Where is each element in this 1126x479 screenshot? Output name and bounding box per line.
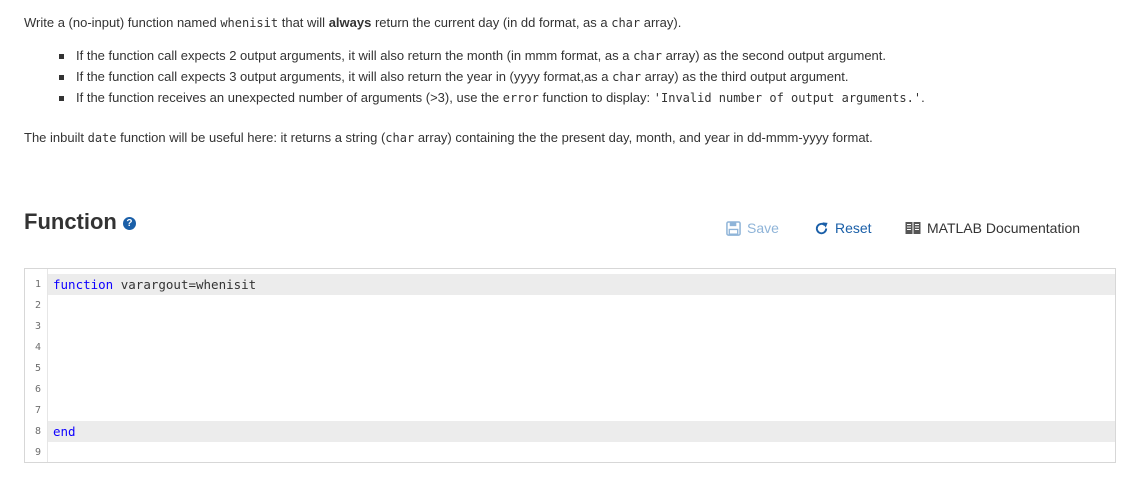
list-item: If the function call expects 2 output ar… — [59, 48, 925, 69]
inline-code: date — [87, 131, 117, 145]
bullet-text: function to display: — [538, 90, 654, 105]
hint-text: The inbuilt — [24, 130, 88, 145]
intro-text: Write a (no-input) function named — [24, 15, 221, 30]
bullet-text: If the function call expects 3 output ar… — [76, 69, 613, 84]
line-number: 7 — [34, 405, 41, 416]
code-line[interactable]: 9 — [25, 442, 1115, 463]
bullet-text: If the function receives an unexpected n… — [76, 90, 503, 105]
function-name-code: whenisit — [220, 16, 279, 30]
line-number: 8 — [34, 426, 41, 437]
line-number: 6 — [34, 384, 41, 395]
intro-text: array). — [640, 15, 682, 30]
inline-code: 'Invalid number of output arguments.' — [653, 91, 922, 105]
line-number: 2 — [34, 300, 41, 311]
bullet-text: If the function call expects 2 output ar… — [76, 48, 634, 63]
refresh-icon — [815, 221, 828, 234]
keyword: end — [53, 424, 76, 439]
intro-text: return the current day (in dd format, as… — [371, 15, 612, 30]
char-code: char — [611, 16, 641, 30]
bullet-text: . — [921, 90, 925, 105]
line-number: 4 — [34, 342, 41, 353]
code-line[interactable]: 1 function varargout=whenisit — [25, 274, 1115, 295]
code-line[interactable]: 6 — [25, 379, 1115, 400]
code-line[interactable]: 7 — [25, 400, 1115, 421]
section-title: Function ? — [24, 209, 136, 235]
requirements-list: If the function call expects 2 output ar… — [59, 48, 925, 111]
code-line[interactable]: 8 end — [25, 421, 1115, 442]
list-item: If the function call expects 3 output ar… — [59, 69, 925, 90]
emphasis-text: always — [328, 15, 372, 30]
save-button[interactable]: Save — [726, 220, 779, 236]
inline-code: char — [612, 70, 642, 84]
list-item: If the function receives an unexpected n… — [59, 90, 925, 111]
inline-code: char — [385, 131, 415, 145]
inline-code: char — [633, 49, 662, 63]
bullet-text: array) as the second output argument. — [661, 48, 886, 63]
hint-text: function will be useful here: it returns… — [116, 130, 386, 145]
line-number: 1 — [34, 279, 41, 290]
question-circle-icon[interactable]: ? — [122, 216, 136, 230]
code-text: function varargout=whenisit — [53, 274, 256, 295]
reset-button[interactable]: Reset — [814, 220, 872, 236]
book-icon — [905, 222, 921, 234]
code-line[interactable]: 5 — [25, 358, 1115, 379]
intro-text: that will — [278, 15, 329, 30]
code-line[interactable]: 3 — [25, 316, 1115, 337]
matlab-documentation-link[interactable]: MATLAB Documentation — [905, 220, 1080, 236]
bullet-text: array) as the third output argument. — [641, 69, 849, 84]
line-number: 3 — [34, 321, 41, 332]
hint-text: array) containing the the present day, m… — [414, 130, 873, 145]
section-title-text: Function — [24, 209, 117, 234]
save-label: Save — [747, 220, 779, 236]
code-rest: varargout=whenisit — [113, 277, 257, 292]
reset-label: Reset — [835, 220, 872, 236]
line-number: 5 — [34, 363, 41, 374]
problem-hint: The inbuilt date function will be useful… — [24, 130, 873, 145]
code-line[interactable]: 4 — [25, 337, 1115, 358]
inline-code: error — [502, 91, 539, 105]
code-text: end — [53, 421, 76, 442]
problem-intro: Write a (no-input) function named whenis… — [24, 15, 681, 30]
doc-label: MATLAB Documentation — [927, 220, 1081, 236]
keyword: function — [53, 277, 114, 292]
code-editor[interactable]: 1 function varargout=whenisit 2 3 4 5 6 … — [24, 268, 1116, 463]
line-number: 9 — [34, 447, 41, 458]
floppy-disk-icon — [726, 220, 741, 236]
code-line[interactable]: 2 — [25, 295, 1115, 316]
